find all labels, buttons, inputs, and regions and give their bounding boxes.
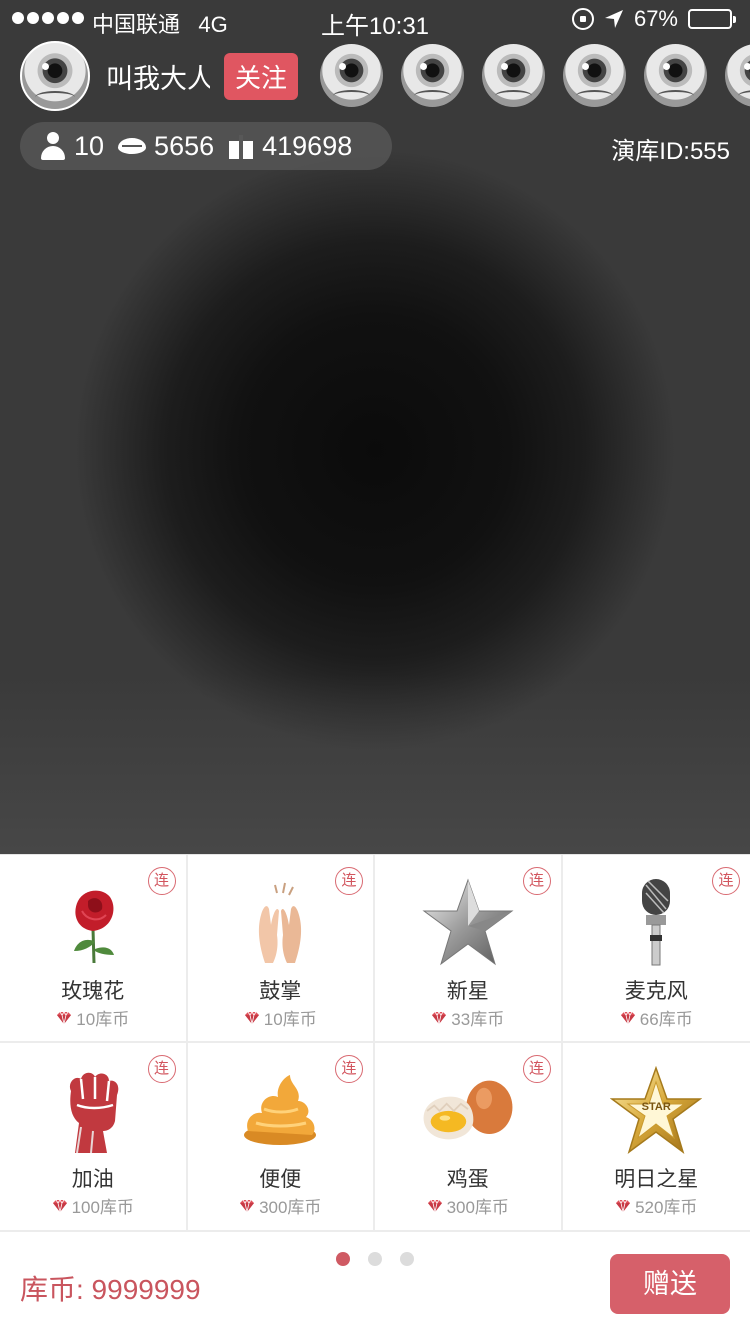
gift-item[interactable]: 连麦克风 66库币 [562, 855, 750, 1043]
combo-badge: 连 [712, 867, 740, 895]
gift-price: 520库币 [635, 1198, 698, 1217]
gift-name: 鸡蛋 [446, 1168, 489, 1191]
battery-icon [688, 9, 736, 29]
diamond-icon [239, 1198, 255, 1213]
viewer-avatar[interactable] [320, 44, 383, 107]
page-dot[interactable] [336, 1252, 350, 1266]
diamond-icon [427, 1198, 443, 1213]
diamond-icon [431, 1010, 447, 1025]
eggs-icon [420, 1065, 516, 1155]
combo-badge: 连 [335, 867, 363, 895]
gift-price: 10库币 [76, 1010, 130, 1029]
combo-badge: 连 [147, 867, 176, 895]
gift-item[interactable]: STAR 明日之星 520库币 [562, 1043, 750, 1232]
combo-badge: 连 [335, 1055, 363, 1083]
rotation-lock-icon [571, 8, 594, 30]
gift-icon [228, 133, 254, 159]
gift-name: 麦克风 [624, 980, 688, 1003]
gift-item[interactable]: 连鸡蛋 300库币 [375, 1043, 563, 1232]
host-name: 叫我大人 [106, 63, 210, 94]
diamond-icon [244, 1010, 260, 1025]
gift-item[interactable]: 连鼓掌 10库币 [187, 855, 375, 1043]
status-bar: 中国联通 4G 上午10:31 67% [0, 0, 750, 40]
coin-balance: 库币: 9999999 [20, 1274, 201, 1305]
gift-name: 便便 [259, 1168, 302, 1191]
viewer-avatar[interactable] [401, 44, 464, 107]
gift-price: 33库币 [451, 1010, 505, 1029]
gift-item[interactable]: 连玫瑰花 10库币 [0, 855, 188, 1043]
viewer-avatar-list[interactable] [320, 44, 750, 107]
page-dot[interactable] [400, 1252, 414, 1266]
diamond-icon [620, 1010, 636, 1025]
live-video-stage[interactable]: 中国联通 4G 上午10:31 67% 叫我大人 关注 10 5656 4196… [0, 0, 750, 854]
page-dot[interactable] [368, 1252, 382, 1266]
poop-icon [232, 1065, 328, 1155]
likes-count: 5656 [154, 130, 215, 161]
gift-item[interactable]: 连加油 100库币 [0, 1043, 188, 1232]
lips-icon [118, 138, 147, 154]
gift-item[interactable]: 连便便 300库币 [187, 1043, 375, 1232]
room-stats: 10 5656 419698 [20, 122, 392, 170]
battery-percent: 67% [633, 6, 678, 31]
location-arrow-icon [604, 10, 623, 28]
star-badge-text: STAR [641, 1101, 671, 1113]
user-icon [40, 132, 66, 160]
gift-price: 300库币 [446, 1198, 509, 1217]
gift-grid: 连玫瑰花 10库币连鼓掌 10库币连新星 33库币连麦克风 66库币连加油 100库币连便… [0, 854, 750, 1234]
viewer-avatar[interactable] [725, 44, 750, 107]
diamond-icon [56, 1010, 72, 1025]
fist-icon [45, 1065, 141, 1155]
follow-button[interactable]: 关注 [224, 52, 299, 100]
viewer-avatar[interactable] [563, 44, 626, 107]
gift-price: 100库币 [71, 1198, 134, 1217]
gift-price: 300库币 [259, 1198, 322, 1217]
host-header: 叫我大人 关注 [20, 40, 299, 112]
viewer-avatar[interactable] [482, 44, 545, 107]
gift-name: 玫瑰花 [61, 980, 125, 1003]
diamond-icon [52, 1198, 68, 1213]
gift-name: 加油 [71, 1168, 114, 1191]
send-button[interactable]: 赠送 [610, 1254, 730, 1314]
gift-item[interactable]: 连新星 33库币 [375, 855, 563, 1043]
room-id: 演库ID:555 [611, 138, 730, 165]
combo-badge: 连 [522, 1055, 551, 1083]
clapping-hands-icon [232, 877, 328, 967]
gift-price: 10库币 [263, 1010, 317, 1029]
gift-price: 66库币 [639, 1010, 693, 1029]
viewer-avatar[interactable] [644, 44, 707, 107]
combo-badge: 连 [522, 867, 551, 895]
combo-badge: 连 [147, 1055, 176, 1083]
gift-name: 明日之星 [614, 1168, 699, 1191]
gift-panel: 连玫瑰花 10库币连鼓掌 10库币连新星 33库币连麦克风 66库币连加油 100库币连便… [0, 854, 750, 1334]
gift-name: 鼓掌 [259, 980, 302, 1003]
microphone-icon [608, 877, 704, 967]
diamond-icon [615, 1198, 631, 1213]
rose-icon [45, 877, 141, 967]
page-indicator [336, 1252, 414, 1266]
host-avatar[interactable] [20, 41, 90, 111]
audience-count: 10 [74, 130, 105, 161]
gift-name: 新星 [446, 980, 489, 1003]
gift-panel-footer: 库币: 9999999 赠送 [0, 1234, 750, 1334]
gifts-count: 419698 [262, 130, 353, 161]
silver-star-icon [420, 877, 516, 967]
